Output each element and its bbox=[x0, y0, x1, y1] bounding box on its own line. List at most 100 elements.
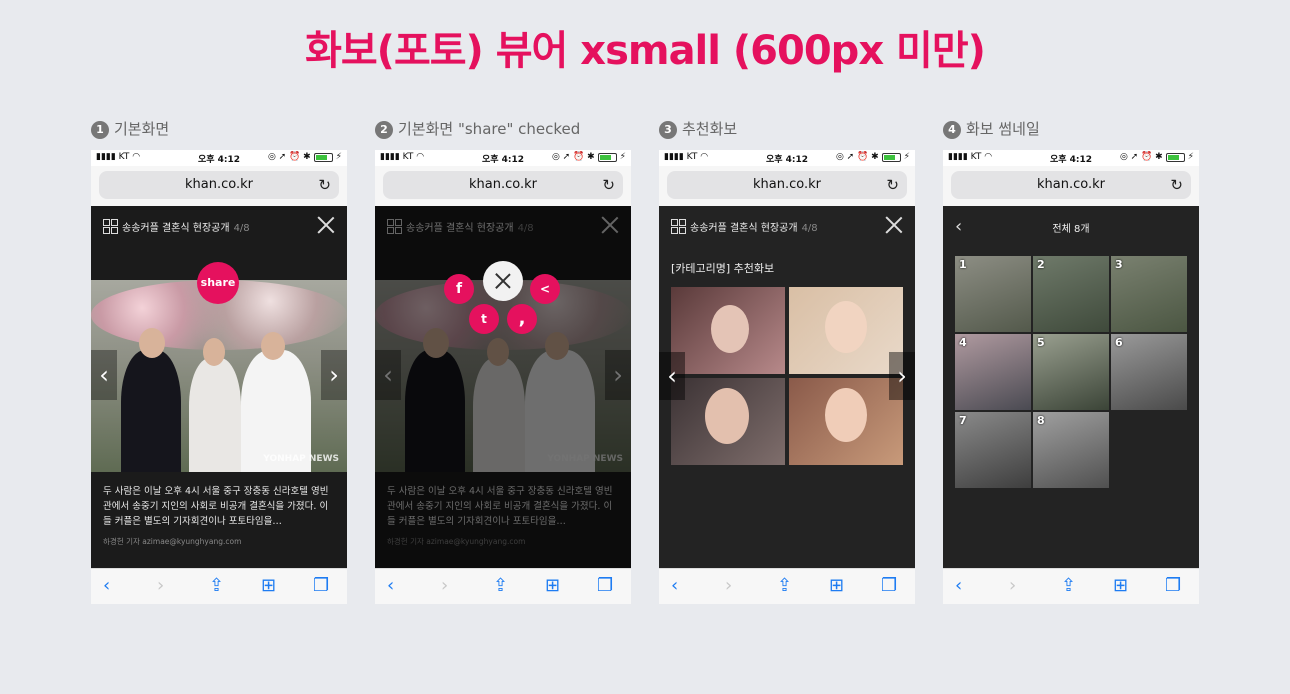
main-photo[interactable]: YONHAP NEWS ‹ › bbox=[91, 280, 347, 472]
share-link-button[interactable]: < bbox=[530, 274, 560, 304]
share-icon[interactable]: ⇪ bbox=[209, 575, 224, 596]
url-text: khan.co.kr bbox=[469, 177, 537, 192]
next-photo-button[interactable]: › bbox=[321, 350, 347, 400]
thumbnail-number: 2 bbox=[1037, 258, 1045, 271]
bookmarks-icon[interactable]: ⊞ bbox=[829, 575, 844, 596]
step-recommended: 3 추천화보 ▮▮▮▮ KT ◠ 오후 4:12 ◎ ➚ ⏰ ✱ ⚡ khan.c… bbox=[659, 118, 915, 604]
battery-icon bbox=[1165, 152, 1185, 162]
gallery-title: 송송커플 결혼식 현장공개4/8 bbox=[122, 219, 250, 234]
prev-photo-button[interactable]: ‹ bbox=[91, 350, 117, 400]
tabs-icon[interactable]: ❐ bbox=[597, 575, 613, 596]
thumbnail-item[interactable]: 1 bbox=[955, 256, 1031, 332]
facebook-share-button[interactable]: f bbox=[444, 274, 474, 304]
tabs-icon[interactable]: ❐ bbox=[1165, 575, 1181, 596]
status-icons: ◎ ➚ ⏰ ✱ ⚡ bbox=[267, 152, 342, 162]
photo-watermark: YONHAP NEWS bbox=[263, 454, 339, 464]
battery-icon bbox=[313, 152, 333, 162]
thumbnail-number: 7 bbox=[959, 414, 967, 427]
step-basic-view: 1 기본화면 ▮▮▮▮ KT ◠ 오후 4:12 ◎ ➚ ⏰ ✱ ⚡ khan.c… bbox=[91, 118, 347, 604]
recommended-item[interactable] bbox=[789, 378, 903, 465]
thumbnail-item[interactable]: 3 bbox=[1111, 256, 1187, 332]
step-thumbnails: 4 화보 썸네일 ▮▮▮▮ KT ◠ 오후 4:12 ◎ ➚ ⏰ ✱ ⚡ khan… bbox=[943, 118, 1199, 604]
thumbnail-item[interactable]: 6 bbox=[1111, 334, 1187, 410]
step-number: 1 bbox=[91, 121, 109, 139]
tabs-icon[interactable]: ❐ bbox=[881, 575, 897, 596]
recommended-item[interactable] bbox=[671, 287, 785, 374]
forward-icon[interactable]: › bbox=[1009, 575, 1016, 596]
twitter-share-button[interactable]: t bbox=[469, 304, 499, 334]
thumbnail-item[interactable]: 4 bbox=[955, 334, 1031, 410]
forward-icon[interactable]: › bbox=[725, 575, 732, 596]
thumbnail-view: ‹ 전체 8개 1 2 3 4 5 6 7 8 bbox=[943, 206, 1199, 568]
thumbnail-item[interactable]: 5 bbox=[1033, 334, 1109, 410]
thumbnail-number: 3 bbox=[1115, 258, 1123, 271]
share-icon[interactable]: ⇪ bbox=[1061, 575, 1076, 596]
status-bar: ▮▮▮▮ KT ◠ 오후 4:12 ◎ ➚ ⏰ ✱ ⚡ bbox=[659, 150, 915, 166]
photo-byline: 하경헌 기자 azimae@kyunghyang.com bbox=[103, 537, 242, 546]
step-label: 2 기본화면 "share" checked bbox=[375, 118, 580, 140]
address-bar-area: khan.co.kr ↻ bbox=[659, 166, 915, 206]
browser-toolbar: ‹ › ⇪ ⊞ ❐ bbox=[943, 568, 1199, 604]
back-icon[interactable]: ‹ bbox=[103, 575, 110, 596]
photo-viewer: 송송커플 결혼식 현장공개4/8 YONHAP NEWS ‹ › 두 사람은 이… bbox=[375, 206, 631, 568]
address-bar[interactable]: khan.co.kr ↻ bbox=[951, 171, 1191, 199]
address-bar-area: khan.co.kr ↻ bbox=[375, 166, 631, 206]
step-label: 3 추천화보 bbox=[659, 118, 737, 140]
tabs-icon[interactable]: ❐ bbox=[313, 575, 329, 596]
reload-icon[interactable]: ↻ bbox=[602, 171, 615, 199]
thumbnail-item[interactable]: 2 bbox=[1033, 256, 1109, 332]
bookmarks-icon[interactable]: ⊞ bbox=[545, 575, 560, 596]
thumbnail-number: 5 bbox=[1037, 336, 1045, 349]
thumbnail-item[interactable]: 7 bbox=[955, 412, 1031, 488]
status-icons: ◎ ➚ ⏰ ✱ ⚡ bbox=[835, 152, 910, 162]
photo-caption: 두 사람은 이날 오후 4시 서울 중구 장충동 신라호텔 영빈관에서 송중기 … bbox=[103, 486, 329, 527]
back-icon[interactable]: ‹ bbox=[671, 575, 678, 596]
close-icon[interactable] bbox=[317, 216, 335, 234]
gallery-title: 송송커플 결혼식 현장공개4/8 bbox=[690, 219, 818, 234]
prev-recommend-button[interactable]: ‹ bbox=[659, 352, 685, 400]
share-icon[interactable]: ⇪ bbox=[493, 575, 508, 596]
face-shape bbox=[825, 301, 867, 353]
forward-icon[interactable]: › bbox=[441, 575, 448, 596]
battery-icon bbox=[597, 152, 617, 162]
back-icon[interactable]: ‹ bbox=[387, 575, 394, 596]
recommended-item[interactable] bbox=[789, 287, 903, 374]
page-title: 화보(포토) 뷰어 xsmall (600px 미만) bbox=[305, 28, 986, 74]
bookmarks-icon[interactable]: ⊞ bbox=[261, 575, 276, 596]
thumbnail-item[interactable]: 8 bbox=[1033, 412, 1109, 488]
thumbnail-number: 6 bbox=[1115, 336, 1123, 349]
face-shape bbox=[705, 388, 749, 444]
share-icon[interactable]: ⇪ bbox=[777, 575, 792, 596]
back-icon[interactable]: ‹ bbox=[955, 575, 962, 596]
gallery-title-text: 송송커플 결혼식 현장공개 bbox=[690, 223, 798, 234]
person-groom bbox=[121, 350, 181, 472]
person-head bbox=[261, 332, 285, 360]
recommended-item[interactable] bbox=[671, 378, 785, 465]
reload-icon[interactable]: ↻ bbox=[318, 171, 331, 199]
share-close-button[interactable] bbox=[483, 261, 523, 301]
next-recommend-button[interactable]: › bbox=[889, 352, 915, 400]
step-label: 4 화보 썸네일 bbox=[943, 118, 1040, 140]
kakaostory-share-button[interactable]: , bbox=[507, 304, 537, 334]
person-guest bbox=[189, 358, 241, 472]
share-button[interactable]: share bbox=[197, 262, 239, 304]
reload-icon[interactable]: ↻ bbox=[1170, 171, 1183, 199]
address-bar[interactable]: khan.co.kr ↻ bbox=[383, 171, 623, 199]
step-number: 3 bbox=[659, 121, 677, 139]
address-bar[interactable]: khan.co.kr ↻ bbox=[99, 171, 339, 199]
step-label: 1 기본화면 bbox=[91, 118, 169, 140]
bookmarks-icon[interactable]: ⊞ bbox=[1113, 575, 1128, 596]
reload-icon[interactable]: ↻ bbox=[886, 171, 899, 199]
url-text: khan.co.kr bbox=[753, 177, 821, 192]
step-title: 기본화면 "share" checked bbox=[398, 120, 581, 138]
forward-icon[interactable]: › bbox=[157, 575, 164, 596]
address-bar-area: khan.co.kr ↻ bbox=[91, 166, 347, 206]
face-shape bbox=[825, 388, 867, 442]
grid-icon[interactable] bbox=[671, 219, 686, 234]
status-bar: ▮▮▮▮ KT ◠ 오후 4:12 ◎ ➚ ⏰ ✱ ⚡ bbox=[91, 150, 347, 166]
step-number: 4 bbox=[943, 121, 961, 139]
phone-mockup: ▮▮▮▮ KT ◠ 오후 4:12 ◎ ➚ ⏰ ✱ ⚡ khan.co.kr ↻ … bbox=[91, 150, 347, 604]
address-bar[interactable]: khan.co.kr ↻ bbox=[667, 171, 907, 199]
grid-icon[interactable] bbox=[103, 219, 118, 234]
close-icon[interactable] bbox=[885, 216, 903, 234]
